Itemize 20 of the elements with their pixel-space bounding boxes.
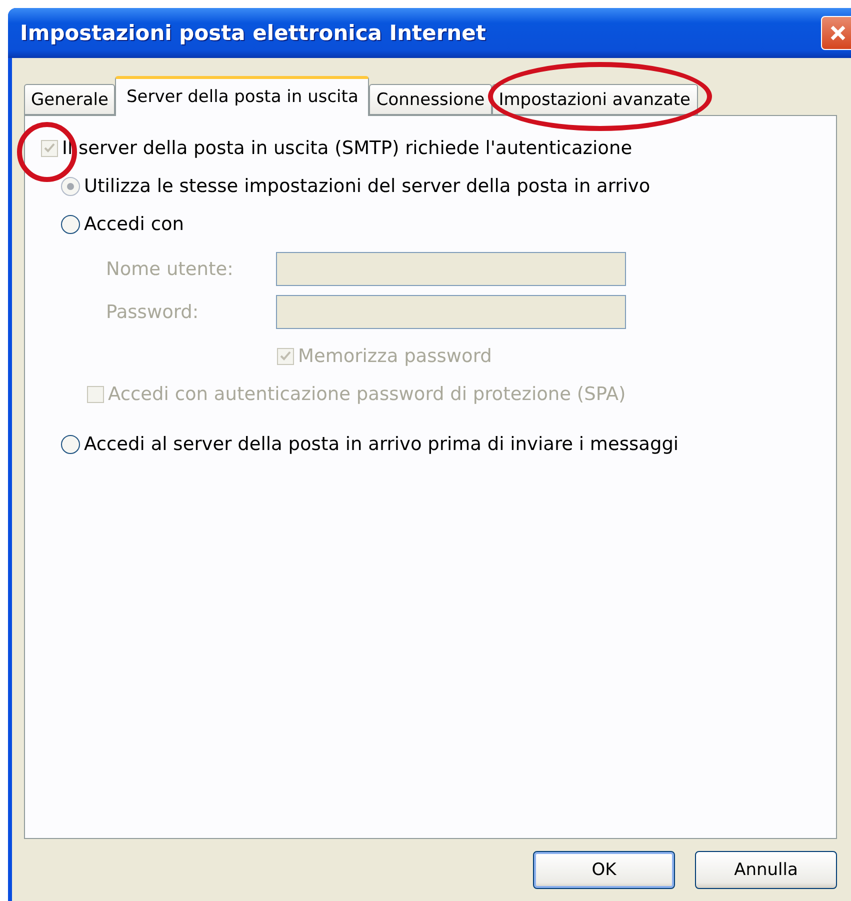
tab[interactable]: Server della posta in uscita xyxy=(115,76,370,116)
radio-button[interactable] xyxy=(61,215,80,234)
radio-label: Utilizza le stesse impostazioni del server della posta in arrivo xyxy=(84,176,650,197)
radio-label: Accedi con xyxy=(84,214,184,235)
checkbox-label: Accedi con autenticazione password di protezione (SPA) xyxy=(108,384,626,405)
close-button[interactable] xyxy=(821,16,851,50)
radio-label: Accedi al server della posta in arrivo prima di inviare i messaggi xyxy=(84,434,679,455)
field-label: Password: xyxy=(106,302,200,322)
tab[interactable]: Generale xyxy=(24,84,116,115)
tab[interactable]: Connessione xyxy=(369,84,492,115)
close-icon xyxy=(828,23,848,43)
field-label: Nome utente: xyxy=(106,258,234,280)
ok-button[interactable]: OK xyxy=(533,851,675,889)
check-icon xyxy=(44,143,55,154)
tab[interactable]: Impostazioni avanzate xyxy=(492,84,698,115)
check-icon xyxy=(280,351,291,362)
checkbox-label: Memorizza password xyxy=(298,346,492,367)
radio-button[interactable] xyxy=(61,435,80,454)
cancel-button[interactable]: Annulla xyxy=(695,851,837,889)
window-title: Impostazioni posta elettronica Internet xyxy=(20,21,486,45)
